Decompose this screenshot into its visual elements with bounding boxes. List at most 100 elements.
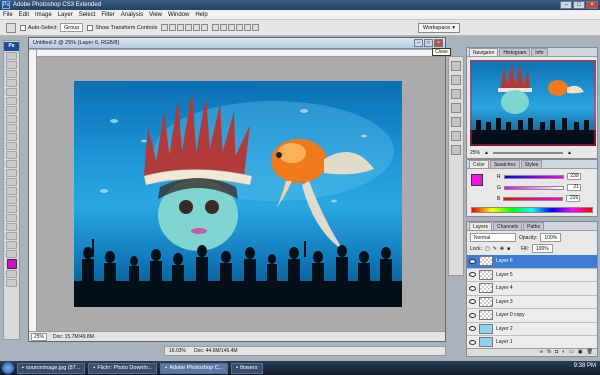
tab-color[interactable]: Color <box>469 160 489 168</box>
distribute-right-icon[interactable] <box>252 24 260 31</box>
foreground-color-box[interactable] <box>471 174 483 186</box>
delete-layer-icon[interactable]: 🗑 <box>587 349 593 356</box>
close-button[interactable]: × <box>586 1 598 9</box>
tab-layers[interactable]: Layers <box>469 222 493 230</box>
screen-mode-icon[interactable] <box>6 279 17 287</box>
menu-window[interactable]: Window <box>168 12 189 18</box>
foreground-color-swatch[interactable] <box>6 259 17 269</box>
menu-select[interactable]: Select <box>79 12 96 18</box>
color-spectrum-bar[interactable] <box>471 207 593 213</box>
document-size-info[interactable]: Doc: 15.7M/49.8M <box>53 334 94 340</box>
quick-select-tool-icon[interactable] <box>6 79 17 87</box>
taskbar-item[interactable]: ▪ Flickr: Photo Downlo... <box>88 362 158 374</box>
transform-controls-checkbox[interactable] <box>87 24 94 31</box>
brush-tool-icon[interactable] <box>6 115 17 123</box>
image-canvas[interactable] <box>74 81 402 307</box>
red-slider[interactable] <box>503 174 564 179</box>
path-select-tool-icon[interactable] <box>6 196 17 204</box>
auto-select-dropdown[interactable]: Group <box>59 23 84 32</box>
navigator-zoom-slider[interactable] <box>492 152 563 154</box>
dodge-tool-icon[interactable] <box>6 169 17 177</box>
green-value[interactable]: 21 <box>566 184 581 191</box>
taskbar-item[interactable]: ▪ sourceimage.jpg (87... <box>17 362 86 374</box>
tab-styles[interactable]: Styles <box>520 160 543 168</box>
fill-field[interactable]: 100% <box>531 244 553 253</box>
layer-row[interactable]: Layer 3 <box>467 295 597 309</box>
menu-filter[interactable]: Filter <box>101 12 114 18</box>
tab-info[interactable]: Info <box>531 48 548 56</box>
slice-tool-icon[interactable] <box>6 97 17 105</box>
visibility-eye-icon[interactable] <box>469 285 476 291</box>
green-slider[interactable] <box>503 185 564 190</box>
visibility-eye-icon[interactable] <box>469 299 476 305</box>
tab-histogram[interactable]: Histogram <box>499 48 531 56</box>
menu-help[interactable]: Help <box>195 12 207 18</box>
auto-select-checkbox[interactable] <box>20 24 26 31</box>
clone-stamp-tool-icon[interactable] <box>6 124 17 132</box>
align-middle-icon[interactable] <box>169 24 177 31</box>
navigator-preview[interactable] <box>470 60 596 146</box>
align-bottom-icon[interactable] <box>177 24 185 31</box>
blue-value[interactable]: 226 <box>566 195 581 202</box>
visibility-eye-icon[interactable] <box>469 339 476 345</box>
notes-tool-icon[interactable] <box>6 223 17 231</box>
shape-tool-icon[interactable] <box>6 205 17 213</box>
history-panel-icon[interactable] <box>451 61 461 71</box>
actions-panel-icon[interactable] <box>451 75 461 85</box>
distribute-center-icon[interactable] <box>244 24 252 31</box>
maximize-button[interactable]: □ <box>573 1 585 9</box>
layer-style-icon[interactable]: fx <box>547 349 551 356</box>
layer-row[interactable]: Layer 5 <box>467 268 597 282</box>
align-center-icon[interactable] <box>193 24 201 31</box>
taskbar-item[interactable]: ▪ Adobe Photoshop C... <box>160 362 229 374</box>
tab-channels[interactable]: Channels <box>493 222 523 230</box>
visibility-eye-icon[interactable] <box>469 258 476 264</box>
gradient-tool-icon[interactable] <box>6 151 17 159</box>
document-zoom-field[interactable]: 25% <box>31 332 48 341</box>
system-clock[interactable]: 9:38 PM <box>574 363 596 369</box>
lasso-tool-icon[interactable] <box>6 70 17 78</box>
3d-rotate-tool-icon[interactable] <box>6 214 17 222</box>
lock-image-icon[interactable]: ✎ <box>493 246 497 252</box>
align-top-icon[interactable] <box>161 24 169 31</box>
align-left-icon[interactable] <box>185 24 193 31</box>
menu-image[interactable]: Image <box>35 12 52 18</box>
crop-tool-icon[interactable] <box>6 88 17 96</box>
menu-edit[interactable]: Edit <box>19 12 29 18</box>
layer-row[interactable]: Layer 4 <box>467 282 597 296</box>
second-document-size[interactable]: Doc: 44.6M/146.4M <box>194 348 238 354</box>
doc-minimize-button[interactable]: – <box>414 39 423 47</box>
distribute-bottom-icon[interactable] <box>228 24 236 31</box>
eraser-tool-icon[interactable] <box>6 142 17 150</box>
visibility-eye-icon[interactable] <box>469 312 476 318</box>
quick-mask-icon[interactable] <box>6 270 17 278</box>
lock-all-icon[interactable]: ■ <box>507 246 510 252</box>
move-tool-icon[interactable] <box>6 22 16 33</box>
pen-tool-icon[interactable] <box>6 178 17 186</box>
lock-transparency-icon[interactable]: ▢ <box>485 246 490 252</box>
eyedropper-tool-icon[interactable] <box>6 232 17 240</box>
menu-file[interactable]: File <box>3 12 13 18</box>
visibility-eye-icon[interactable] <box>469 326 476 332</box>
align-right-icon[interactable] <box>201 24 209 31</box>
adjustment-layer-icon[interactable]: ◐ <box>562 349 565 356</box>
doc-maximize-button[interactable]: □ <box>424 39 433 47</box>
distribute-top-icon[interactable] <box>212 24 220 31</box>
document-title-bar[interactable]: Untitled-2 @ 25% (Layer 6, RGB/8) – □ × <box>29 38 445 49</box>
menu-layer[interactable]: Layer <box>58 12 73 18</box>
clone-source-panel-icon[interactable] <box>451 117 461 127</box>
brushes-panel-icon[interactable] <box>451 89 461 99</box>
type-tool-icon[interactable] <box>6 187 17 195</box>
zoom-tool-icon[interactable] <box>6 250 17 258</box>
new-layer-icon[interactable]: ▣ <box>578 349 583 356</box>
paragraph-panel-icon[interactable] <box>451 145 461 155</box>
tab-swatches[interactable]: Swatches <box>489 160 520 168</box>
blue-slider[interactable] <box>503 196 564 201</box>
lock-position-icon[interactable]: ✥ <box>500 246 504 252</box>
tab-navigator[interactable]: Navigator <box>469 48 499 56</box>
move-tool-icon[interactable] <box>6 52 17 60</box>
layer-row[interactable]: Layer 6 <box>467 255 597 269</box>
distribute-left-icon[interactable] <box>236 24 244 31</box>
distribute-middle-icon[interactable] <box>220 24 228 31</box>
new-group-icon[interactable]: ▭ <box>569 349 574 356</box>
